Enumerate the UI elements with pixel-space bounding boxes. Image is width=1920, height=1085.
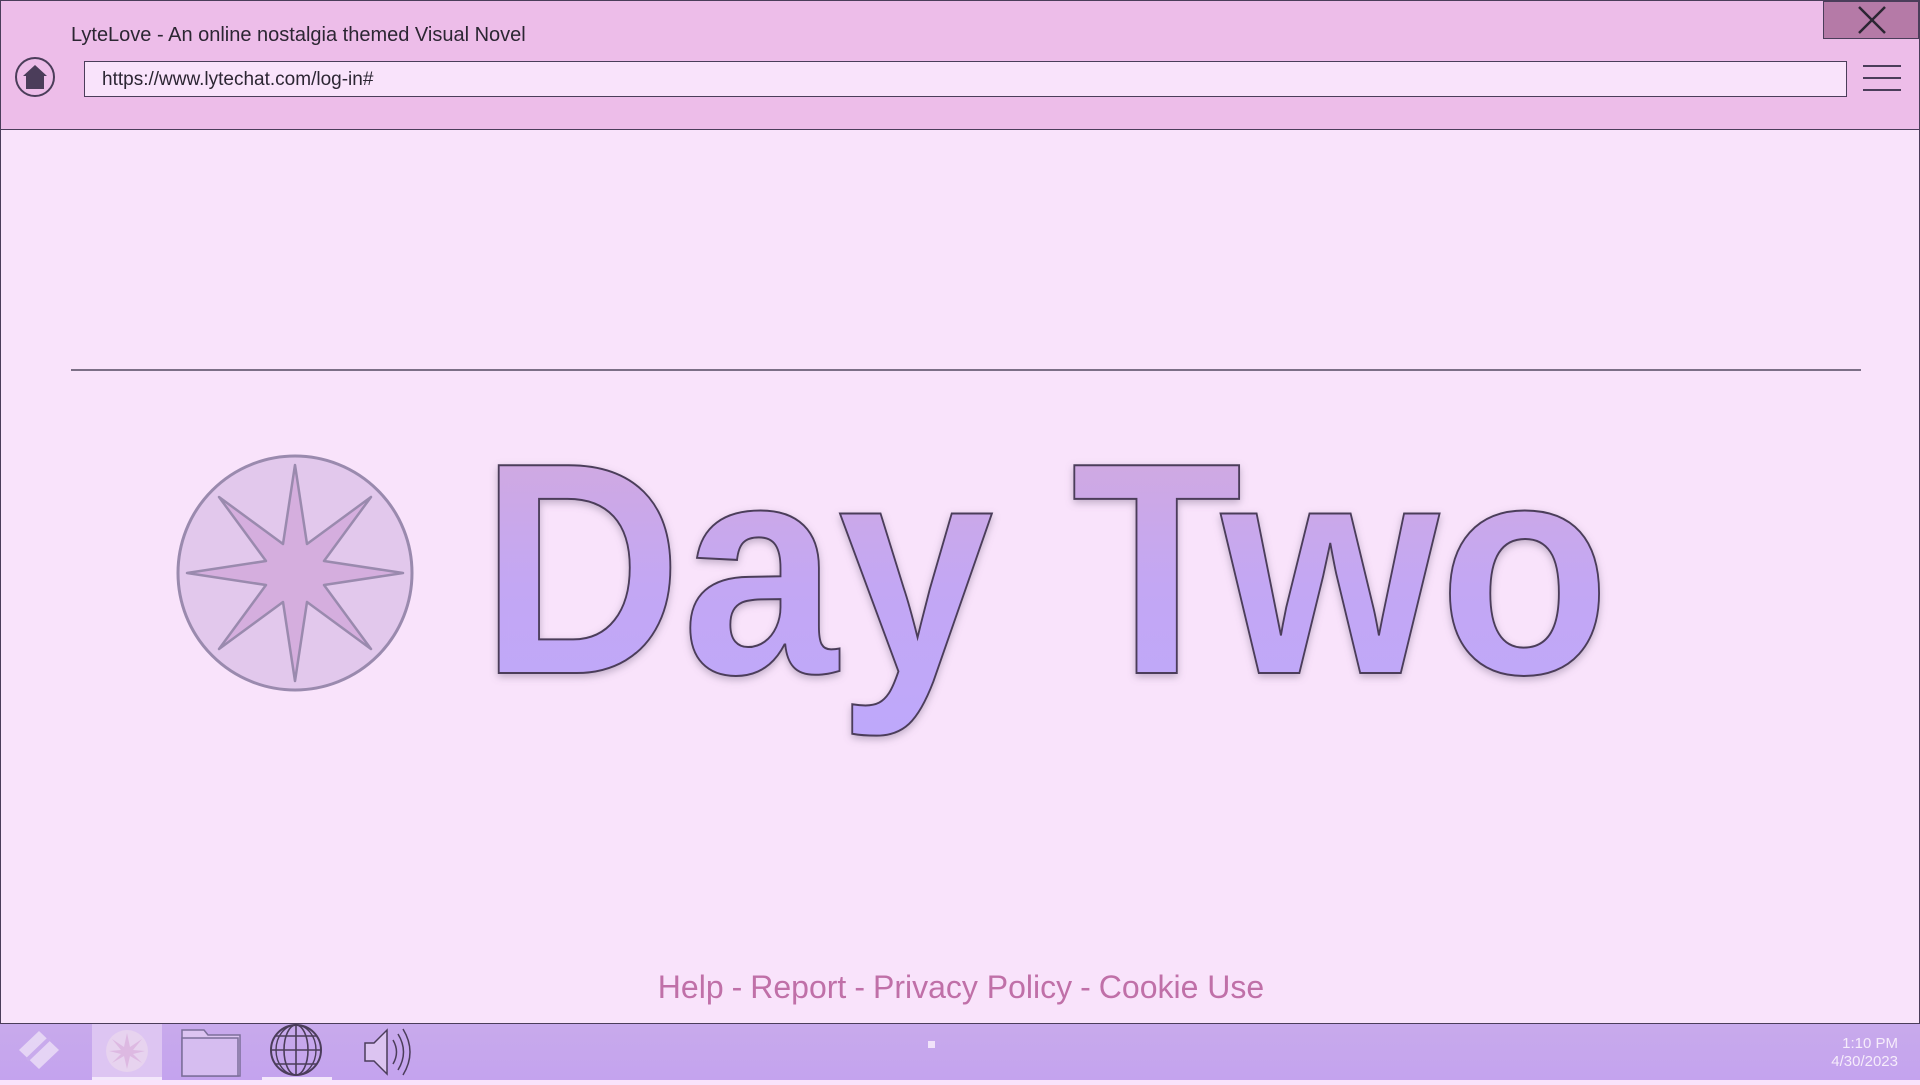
close-button[interactable] (1823, 1, 1919, 39)
title-bar: LyteLove - An online nostalgia themed Vi… (1, 1, 1919, 130)
taskbar (0, 1024, 1920, 1080)
start-button[interactable] (10, 1024, 70, 1080)
close-icon (1858, 6, 1886, 34)
footer-separator: - (1080, 969, 1091, 1005)
footer-separator: - (854, 969, 865, 1005)
globe-icon (270, 1024, 322, 1076)
taskbar-browser[interactable] (262, 1024, 332, 1080)
taskbar-volume[interactable] (360, 1024, 420, 1080)
diamond-logo-icon (19, 1031, 59, 1069)
taskbar-indicator-dot (928, 1041, 935, 1048)
home-icon (23, 65, 47, 89)
url-text: https://www.lytechat.com/log-in# (102, 69, 374, 90)
footer-links: Help - Report - Privacy Policy - Cookie Use (1, 969, 1920, 1006)
report-link[interactable]: Report (750, 969, 846, 1005)
folder-icon (181, 1029, 241, 1077)
footer-separator: - (731, 969, 743, 1005)
star-app-icon (106, 1030, 148, 1072)
clock-time: 1:10 PM (1842, 1035, 1898, 1052)
taskbar-star-app[interactable] (92, 1024, 162, 1080)
cookie-use-link[interactable]: Cookie Use (1099, 969, 1264, 1005)
speaker-icon (364, 1028, 411, 1076)
hamburger-menu-icon[interactable] (1863, 63, 1901, 95)
window-title: LyteLove - An online nostalgia themed Vi… (71, 24, 526, 46)
privacy-policy-link[interactable]: Privacy Policy (873, 969, 1072, 1005)
clock-date: 4/30/2023 (1831, 1053, 1898, 1070)
day-heading-text: Day Two (480, 421, 1610, 739)
address-bar[interactable]: https://www.lytechat.com/log-in# (84, 61, 1847, 97)
taskbar-folder[interactable] (180, 1024, 244, 1080)
home-button[interactable] (15, 57, 55, 97)
browser-window: LyteLove - An online nostalgia themed Vi… (0, 0, 1920, 1024)
content-divider (71, 369, 1861, 371)
system-clock[interactable]: 1:10 PM 4/30/2023 (1800, 1035, 1898, 1071)
help-link[interactable]: Help (658, 969, 724, 1005)
day-heading: Day Two (479, 421, 1611, 740)
